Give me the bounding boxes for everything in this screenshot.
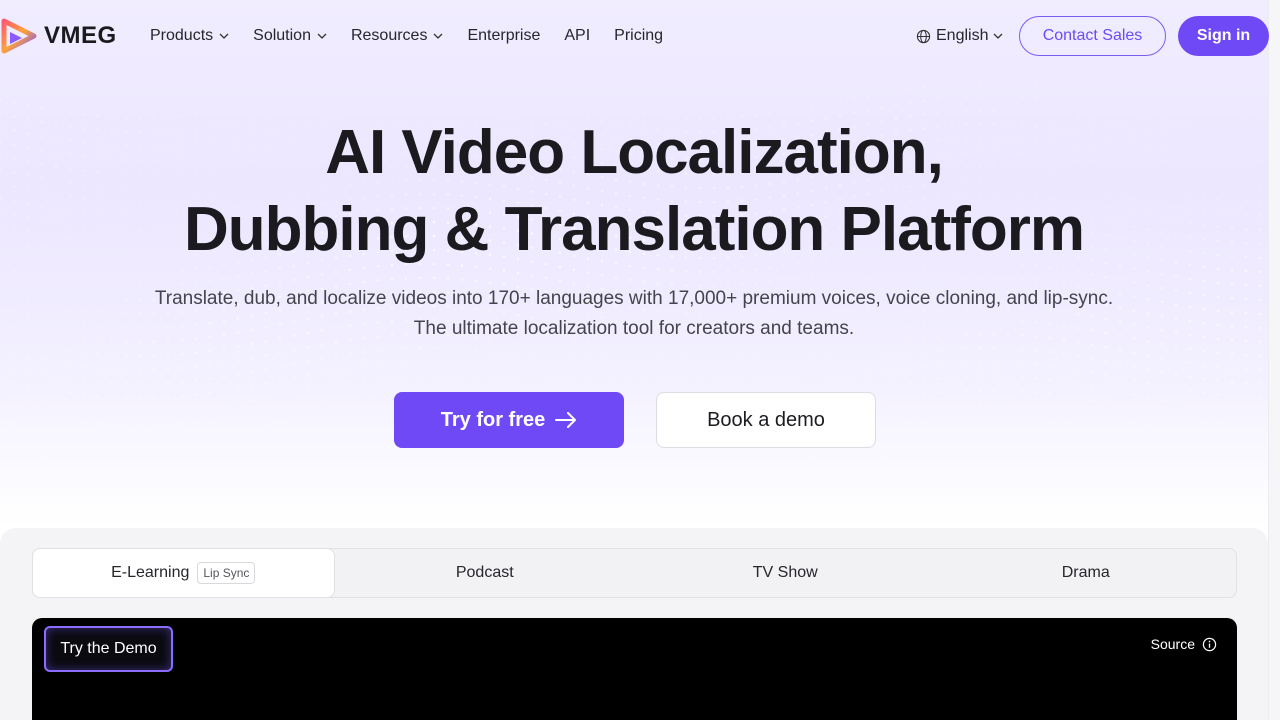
hero-title: AI Video Localization, Dubbing & Transla… — [0, 114, 1268, 268]
try-for-free-button[interactable]: Try for free — [394, 392, 624, 448]
source-toggle[interactable]: Source — [1151, 636, 1217, 652]
book-demo-button[interactable]: Book a demo — [656, 392, 876, 448]
tab-drama[interactable]: Drama — [936, 549, 1237, 597]
brand-logo[interactable]: VMEG — [0, 16, 117, 56]
contact-sales-button[interactable]: Contact Sales — [1019, 16, 1166, 56]
tab-label: TV Show — [752, 564, 818, 581]
play-triangle-logo-icon — [1, 18, 37, 54]
site-header: VMEG Products Solution Resources Enterpr… — [0, 0, 1269, 72]
tab-label: Podcast — [455, 564, 514, 581]
arrow-right-icon — [555, 412, 577, 428]
language-label: English — [936, 27, 989, 44]
video-player[interactable]: Try the Demo Source — [32, 618, 1237, 720]
chevron-down-icon — [219, 33, 229, 39]
hero-subtitle-line: The ultimate localization tool for creat… — [413, 318, 855, 339]
hero-subtitle: Translate, dub, and localize videos into… — [0, 284, 1268, 344]
sign-in-button[interactable]: Sign in — [1178, 16, 1269, 56]
chevron-down-icon — [994, 33, 1003, 39]
chevron-down-icon — [317, 33, 327, 39]
nav-label: Pricing — [614, 27, 664, 44]
nav-pricing[interactable]: Pricing — [614, 24, 663, 48]
nav-label: Products — [150, 27, 214, 44]
chevron-down-icon — [433, 33, 443, 39]
hero-subtitle-line: Translate, dub, and localize videos into… — [154, 288, 1114, 309]
nav-label: API — [564, 27, 591, 44]
tab-label: Drama — [1061, 564, 1110, 581]
lip-sync-badge: Lip Sync — [197, 562, 256, 584]
nav-solution[interactable]: Solution — [253, 24, 327, 48]
tab-tv-show[interactable]: TV Show — [635, 549, 936, 597]
nav-api[interactable]: API — [564, 24, 590, 48]
nav-resources[interactable]: Resources — [351, 24, 443, 48]
demo-section: E-Learning Lip Sync Podcast TV Show Dram… — [0, 528, 1268, 720]
tab-e-learning[interactable]: E-Learning Lip Sync — [32, 548, 335, 598]
nav-label: Resources — [350, 27, 428, 44]
nav-label: Enterprise — [467, 27, 541, 44]
nav-label: Solution — [253, 27, 311, 44]
brand-name: VMEG — [44, 22, 117, 49]
globe-icon — [916, 29, 931, 43]
try-for-free-label: Try for free — [440, 408, 546, 431]
tab-podcast[interactable]: Podcast — [335, 549, 636, 597]
demo-tabs: E-Learning Lip Sync Podcast TV Show Dram… — [32, 548, 1237, 598]
tab-label: E-Learning — [111, 564, 190, 581]
info-icon — [1202, 637, 1217, 651]
hero-title-line: AI Video Localization, — [325, 118, 944, 187]
hero-title-line: Dubbing & Translation Platform — [183, 195, 1085, 264]
nav-products[interactable]: Products — [150, 24, 229, 48]
nav-enterprise[interactable]: Enterprise — [467, 24, 540, 48]
source-label: Source — [1150, 636, 1195, 652]
try-the-demo-button[interactable]: Try the Demo — [44, 626, 173, 672]
language-selector[interactable]: English — [916, 24, 1003, 48]
page-scrollbar[interactable] — [1268, 0, 1280, 720]
main-nav: Products Solution Resources Enterprise A… — [150, 24, 663, 48]
